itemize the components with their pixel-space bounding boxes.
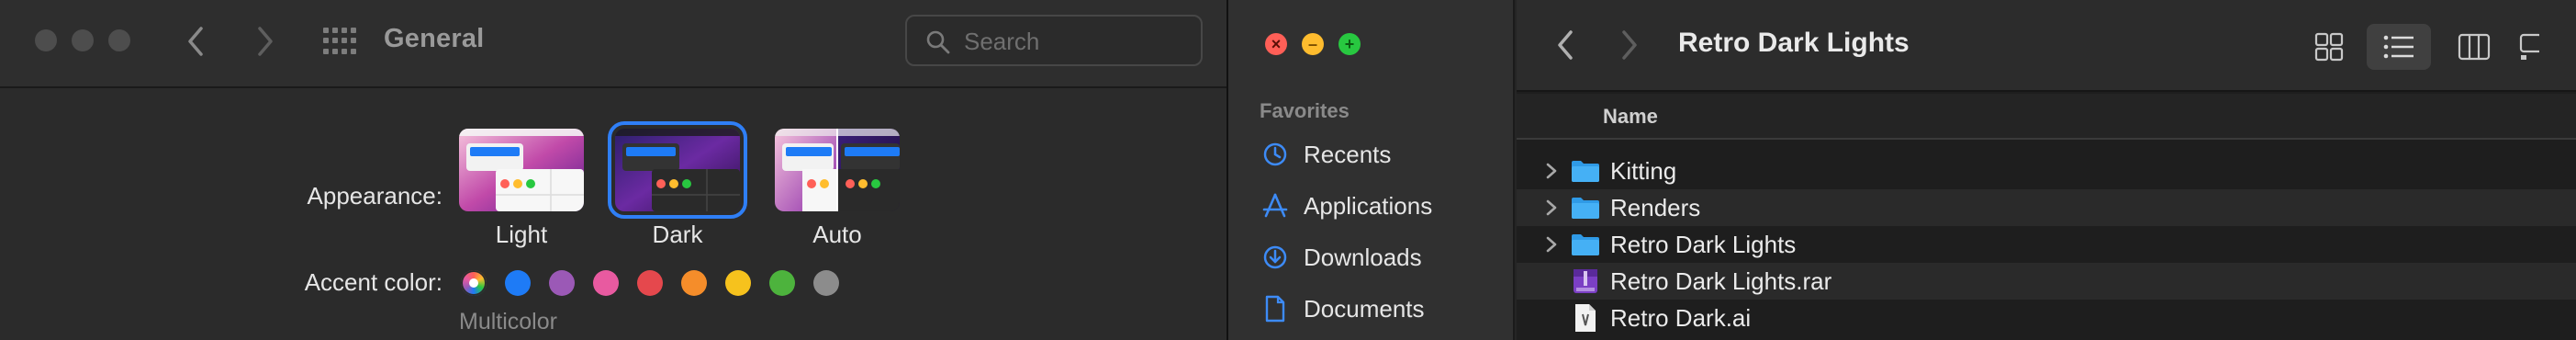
zoom-button-inactive[interactable]	[108, 29, 130, 51]
sidebar-item-documents[interactable]: Documents	[1260, 290, 1425, 327]
finder-window-title: Retro Dark Lights	[1678, 28, 1910, 58]
gallery-view-button[interactable]	[2512, 24, 2567, 70]
appearance-label: Appearance:	[307, 182, 442, 210]
accent-swatch[interactable]	[769, 270, 795, 296]
file-name: Retro Dark Lights.rar	[1610, 266, 1832, 295]
disclosure-triangle-icon[interactable]	[1533, 189, 1570, 226]
applications-icon	[1262, 193, 1288, 218]
accent-swatch[interactable]	[593, 270, 619, 296]
list-view-button[interactable]	[2367, 24, 2431, 70]
finder-content: Retro Dark Lights Name Kitting Renders R…	[1517, 0, 2576, 340]
accent-swatch-multicolor[interactable]	[461, 270, 487, 296]
rar-archive-icon	[1570, 266, 1601, 297]
close-button[interactable]: ×	[1265, 33, 1287, 55]
disclosure-spacer	[1533, 300, 1570, 336]
accent-swatch[interactable]	[813, 270, 839, 296]
accent-swatch[interactable]	[637, 270, 663, 296]
icon-view-button[interactable]	[2297, 24, 2361, 70]
column-view-icon	[2458, 33, 2491, 61]
accent-swatch[interactable]	[681, 270, 707, 296]
finder-window: × – + Favorites Recents Applications Dow…	[1226, 0, 2576, 340]
forward-chevron-icon[interactable]	[255, 26, 275, 57]
close-button-inactive[interactable]	[35, 29, 57, 51]
search-icon	[926, 30, 950, 54]
accent-color-label: Accent color:	[304, 268, 442, 296]
disclosure-triangle-icon[interactable]	[1533, 226, 1570, 263]
theme-auto-thumbnail[interactable]	[775, 129, 900, 211]
finder-sidebar: × – + Favorites Recents Applications Dow…	[1228, 0, 1515, 340]
theme-dark-thumbnail[interactable]	[608, 121, 747, 219]
theme-light-thumbnail[interactable]	[459, 129, 584, 211]
sidebar-section-favorites: Favorites	[1260, 99, 1350, 122]
search-field[interactable]	[905, 15, 1203, 66]
finder-toolbar: Retro Dark Lights	[1517, 0, 2576, 92]
grid-view-icon	[2314, 32, 2344, 62]
accent-swatch[interactable]	[725, 270, 751, 296]
name-column-header[interactable]: Name	[1517, 94, 2576, 140]
theme-light-label: Light	[495, 221, 548, 248]
column-header-label: Name	[1603, 105, 1658, 128]
zoom-button[interactable]: +	[1338, 33, 1361, 55]
sidebar-item-downloads[interactable]: Downloads	[1260, 239, 1422, 276]
accent-selected-label: Multicolor	[459, 309, 557, 334]
sidebar-item-label: Documents	[1304, 294, 1425, 323]
show-all-grid-icon[interactable]	[323, 28, 356, 55]
clock-icon	[1263, 142, 1287, 166]
list-view-icon	[2383, 35, 2414, 59]
sidebar-item-applications[interactable]: Applications	[1260, 187, 1432, 224]
sidebar-item-label: Recents	[1304, 140, 1392, 168]
file-row[interactable]: Kitting	[1517, 153, 2576, 189]
file-name: Retro Dark.ai	[1610, 303, 1752, 332]
illustrator-file-icon	[1570, 302, 1601, 334]
file-row[interactable]: Renders	[1517, 189, 2576, 226]
disclosure-triangle-icon[interactable]	[1533, 153, 1570, 189]
sidebar-item-recents[interactable]: Recents	[1260, 136, 1391, 173]
back-chevron-icon[interactable]	[1555, 29, 1575, 61]
folder-icon	[1570, 229, 1601, 260]
minimize-button-inactive[interactable]	[72, 29, 94, 51]
file-row[interactable]: Retro Dark Lights	[1517, 226, 2576, 263]
sidebar-item-label: Downloads	[1304, 243, 1422, 271]
back-chevron-icon[interactable]	[185, 26, 206, 57]
column-view-button[interactable]	[2442, 24, 2506, 70]
accent-swatch[interactable]	[505, 270, 531, 296]
folder-icon	[1570, 155, 1601, 187]
accent-swatch[interactable]	[549, 270, 575, 296]
document-icon	[1265, 295, 1285, 323]
prefs-toolbar: General	[0, 0, 1226, 88]
folder-icon	[1570, 192, 1601, 223]
gallery-view-icon	[2519, 33, 2539, 60]
file-row[interactable]: Retro Dark.ai	[1517, 300, 2576, 336]
theme-auto-label: Auto	[812, 221, 862, 248]
system-preferences-window: General Appearance:	[0, 0, 1226, 340]
minimize-button[interactable]: –	[1302, 33, 1324, 55]
sidebar-item-label: Applications	[1304, 191, 1433, 220]
search-input[interactable]	[964, 27, 1184, 56]
file-name: Renders	[1610, 193, 1701, 221]
file-row[interactable]: Retro Dark Lights.rar	[1517, 263, 2576, 300]
download-icon	[1263, 245, 1287, 269]
forward-chevron-icon[interactable]	[1619, 29, 1640, 61]
theme-dark-label: Dark	[652, 221, 703, 248]
window-title: General	[384, 24, 485, 53]
file-name: Retro Dark Lights	[1610, 230, 1797, 258]
disclosure-spacer	[1533, 263, 1570, 300]
file-name: Kitting	[1610, 156, 1677, 185]
